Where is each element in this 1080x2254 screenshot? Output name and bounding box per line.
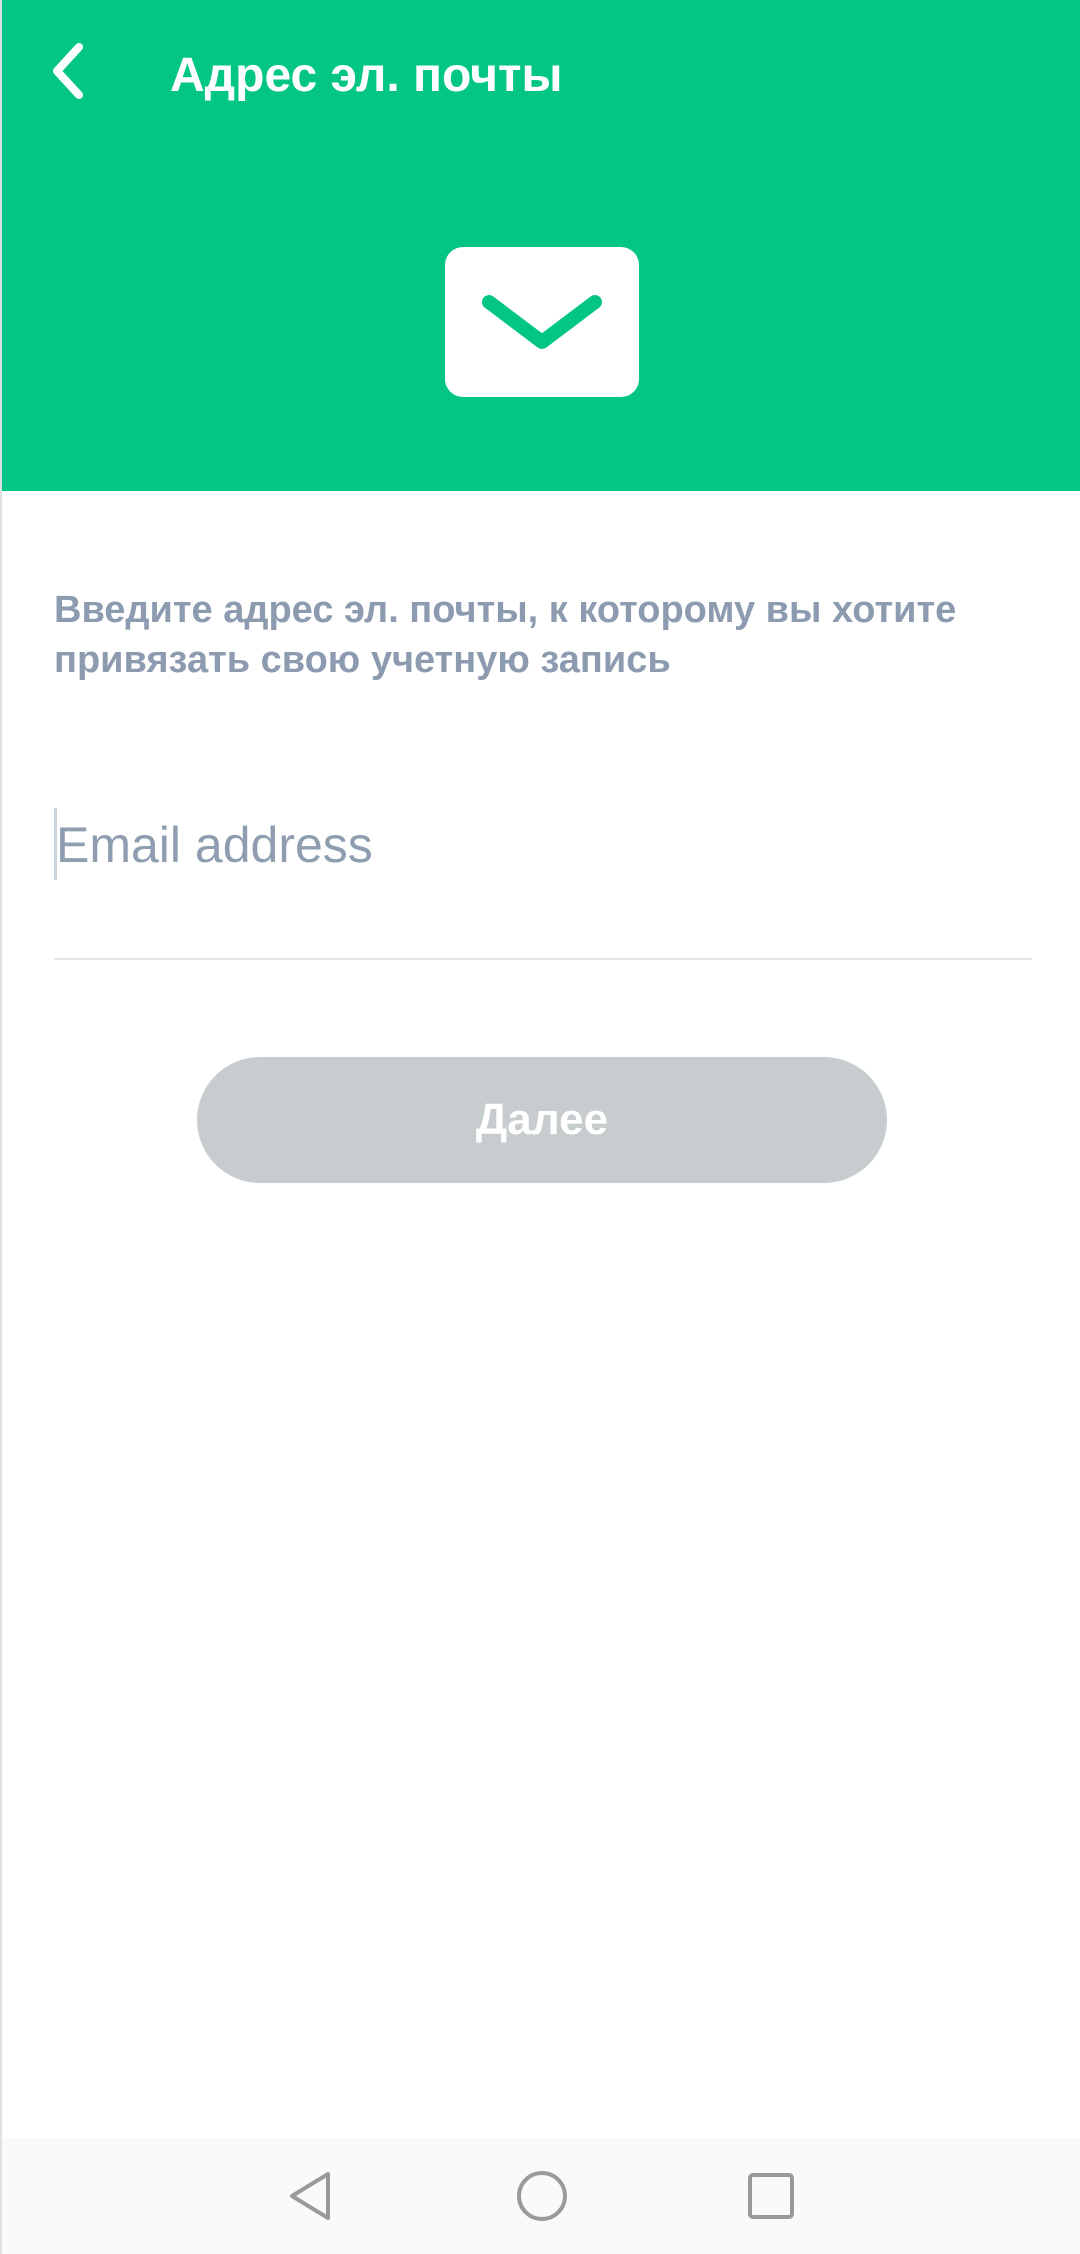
next-button[interactable]: Далее (197, 1057, 887, 1183)
envelope-icon (445, 247, 639, 397)
system-navigation-bar (2, 2138, 1080, 2254)
triangle-back-icon (290, 2172, 330, 2220)
email-binding-screen: Адрес эл. почты Введите адрес эл. почты,… (0, 0, 1080, 2254)
email-field[interactable] (54, 800, 1032, 960)
circle-home-icon (517, 2171, 567, 2221)
email-input[interactable] (54, 800, 1032, 890)
system-recents-button[interactable] (721, 2146, 821, 2246)
system-home-button[interactable] (492, 2146, 592, 2246)
chevron-left-icon (53, 43, 83, 99)
page-title: Адрес эл. почты (170, 49, 563, 102)
system-back-button[interactable] (262, 2146, 362, 2246)
square-recents-icon (748, 2173, 794, 2219)
back-button[interactable] (32, 28, 102, 114)
header: Адрес эл. почты (2, 0, 1080, 491)
instruction-text: Введите адрес эл. почты, к которому вы х… (54, 589, 957, 681)
